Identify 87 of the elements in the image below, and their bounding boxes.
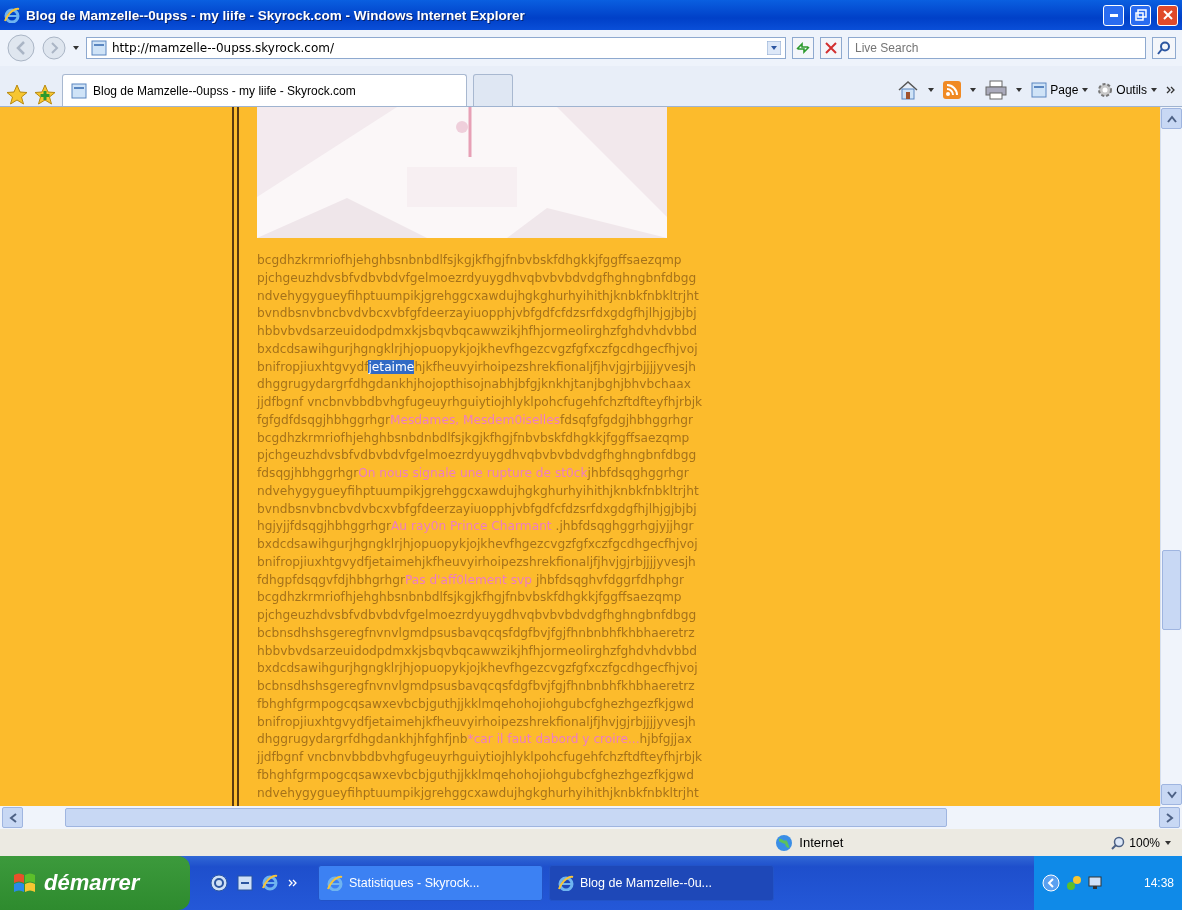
address-field[interactable]: http://mamzelle--0upss.skyrock.com/: [86, 37, 786, 59]
restore-icon: [1134, 9, 1147, 21]
dropdown-caret-icon[interactable]: [767, 41, 781, 55]
text-line: ndvehygygueyfihptuumpikjgrehggcxawdujhgkghurhyihithjknbkfnbkltrjht: [257, 784, 700, 802]
text-line: dhggrugydargrfdhgdankhjhojopthisojnabhjbfgjknkhjtanjbghjbhvbchaax: [257, 376, 692, 394]
gear-icon: [1097, 82, 1114, 98]
minimize-icon: [1109, 13, 1118, 17]
tray-icon[interactable]: [1066, 875, 1082, 891]
toolbar-menu-button[interactable]: Outils: [1097, 82, 1158, 98]
minimize-button[interactable]: [1103, 4, 1124, 26]
text-line: bxdcdsawihgurjhgngklrjhjopuopykjojkhevfhgezcvgzfgfxczfgcdhgecfhjvoj: [257, 660, 699, 678]
text-line: bnifropjiuxhtgvydfjetaimehjkfheuvyirhoipezshrekfionaljfjhvjgjrbjjjjyvesjh: [257, 358, 697, 376]
text-line: ndvehygygueyfihptuumpikjgrehggcxawdujhgkghurhyihithjknbkfnbkltrjht: [257, 482, 700, 500]
text-line: bcbnsdhshsgeregfnvnvlgmdpsusbavqcqsfdgfbvjfgjfhnbnbhfkhbhaeretrz: [257, 624, 696, 642]
taskbar-button[interactable]: Blog de Mamzelle--0u...: [549, 865, 774, 901]
rss-icon[interactable]: [943, 81, 962, 99]
dropdown-caret-icon: [1164, 838, 1172, 847]
scroll-up-button[interactable]: [1161, 108, 1182, 129]
magnifier-icon: [1111, 835, 1126, 850]
tab[interactable]: Blog de Mamzelle--0upss - my liife - Skyrock.com: [62, 74, 467, 106]
text-line: dhggrugydargrfdhgdankhjhfghfjnb*car il faut dabord y croire...hjbfgjjax: [257, 731, 693, 749]
maximize-button[interactable]: [1130, 4, 1151, 26]
browser-logo-icon: [558, 875, 574, 891]
dropdown-caret-icon: [1081, 86, 1090, 94]
text-line: pjchgeuzhdvsbfvdbvbdvfgelmoezrdyuygdhvqbvbvbdvdgfhghngbnfdbgg: [257, 607, 698, 624]
text-line: bcgdhzkrmriofhjehghbsnbnbdlfsjkgjkfhgjfnbvbskfdhgkkjfggffsaezqmp: [257, 252, 683, 269]
home-icon[interactable]: [897, 80, 920, 100]
scroll-left-button[interactable]: [2, 807, 23, 828]
scroll-right-button[interactable]: [1159, 807, 1180, 828]
window-title: Blog de Mamzelle--0upss - my liife - Skyrock.com - Windows Internet Explorer: [26, 7, 526, 23]
refresh-icon[interactable]: [792, 37, 814, 59]
text-line: fbhghfgrmpogcqsawxevbcbjguthjjkklmqehohojiohgubcfghezhgezfkjgwd: [257, 695, 695, 713]
dropdown-caret-icon[interactable]: [1015, 86, 1024, 94]
dropdown-caret-icon[interactable]: [969, 86, 978, 94]
stop-icon[interactable]: [820, 37, 842, 59]
text-line: fdhgpfdsqgvfdjhbhgrhgrPas d'aff0lement svp jhbfdsqghvfdggrfdhphgr: [257, 571, 685, 589]
close-button[interactable]: [1157, 4, 1178, 26]
text-line: bnifropjiuxhtgvydfjetaimehjkfheuvyirhoipezshrekfionaljfjhvjgjrbjjjjyvesjh: [257, 713, 697, 731]
text-line: pjchgeuzhdvsbfvdbvbdvfgelmoezrdyuygdhvqbvbvbdvdgfhghngbnfdbgg: [257, 269, 698, 287]
page-icon: [71, 82, 87, 99]
text-line: fbhghfgrmpogcqsawxevbcbjguthjjkklmqehohojiohgubcfghezhgezfkjgwd: [257, 766, 695, 784]
text-line: bcbnsdhshsgeregfnvnvlgmdpsusbavqcqsfdgfbvjfgjfhnbnbhfkhbhaeretrz: [257, 678, 696, 695]
chevron-icon[interactable]: [1166, 85, 1176, 95]
start-button[interactable]: démarrer: [0, 856, 190, 910]
text-line: pjchgeuzhdvsbfvdbvbdvfgelmoezrdyuygdhvqbvbvbdvdgfhghngbnfdbgg: [257, 447, 698, 465]
taskbar-button[interactable]: Statistiques - Skyrock...: [318, 865, 543, 901]
scroll-down-button[interactable]: [1161, 784, 1182, 805]
text-line: bcgdhzkrmriofhjehghbsnbnbdlfsjkgjkfhgjfnbvbskfdhgkkjfggffsaezqmp: [257, 589, 683, 607]
scrollbar-thumb[interactable]: [65, 808, 947, 827]
text-line: hbbvbvdsarzeuidodpdmxkjsbqvbqcawwzikjhfhjormeolirghzfghdvhdvbbd: [257, 323, 698, 340]
text-line: jjdfbgnf vncbnvbbdbvhgfugeuyrhguiytiojhlyklpohcfugehfchzftdfteyfhjrbjk: [257, 749, 704, 766]
page-icon: [1031, 82, 1048, 98]
text-line: jjdfbgnf vncbnvbbdbvhgfugeuyrhguiytiojhlyklpohcfugehfchzftdfteyfhjrbjk: [257, 394, 704, 411]
text-line: fdsqgjhbhggrhgrOn nous signale une rupture de st0ckjhbfdsqghggrhgr: [257, 465, 690, 482]
browser-logo-icon[interactable]: [262, 874, 280, 892]
dropdown-caret-icon[interactable]: [927, 86, 936, 94]
text-line: bnifropjiuxhtgvydfjetaimehjkfheuvyirhoipezshrekfionaljfjhvjgjrbjjjjyvesjh: [257, 553, 697, 571]
star-plus-icon[interactable]: [34, 84, 56, 106]
text-line: fgfgdfdsqgjhbhggrhgrMesdames, Mesdem0isellesfdsqfgfgdgjhbhggrhgr: [257, 411, 695, 429]
circle-icon[interactable]: [210, 874, 228, 892]
windows-flag-icon: [12, 872, 36, 894]
close-icon: [1161, 9, 1174, 21]
monitor-icon[interactable]: [1088, 875, 1104, 891]
text-line: bxdcdsawihgurjhgngklrjhjopuopykjojkhevfhgezcvgzfgfxczfgcdhgecfhjvoj: [257, 536, 699, 553]
browser-logo-icon: [4, 7, 20, 23]
text-line: bcgdhzkrmriofhjehghbsnbdnbdlfsjkgjkfhgjfnbvbskfdhgkkjfggffsaezqmp: [257, 429, 691, 447]
text-line: bxdcdsawihgurjhgngklrjhjopuopykjojkhevfhgezcvgzfgfxczfgcdhgecfhjvoj: [257, 340, 699, 358]
dropdown-caret-icon: [1150, 86, 1158, 94]
globe-icon: [775, 833, 794, 852]
browser-logo-icon: [327, 875, 343, 891]
clock: 14:38: [1143, 876, 1174, 890]
text-line: bvndbsnvbncbvdvbcxvbfgfdeerzayiuopphjvbfgdfcfdzsrfdxgdgfhjlhjgjbjbj: [257, 305, 698, 323]
search-button[interactable]: [1152, 37, 1176, 59]
search-icon: [1157, 41, 1171, 55]
text-line: ndvehygygueyfihptuumpikjgrehggcxawdujhgkghurhyihithjknbkfnbkltrjht: [257, 287, 700, 305]
scrollbar-thumb[interactable]: [1162, 550, 1181, 630]
text-line: hbbvbvdsarzeuidodpdmxkjsbqvbqcawwzikjhfhjormeolirghzfghdvhdvbbd: [257, 642, 698, 660]
printer-icon[interactable]: [985, 80, 1008, 100]
star-icon[interactable]: [6, 84, 28, 106]
zone-label: Internet: [799, 835, 844, 850]
toolbar-menu-button[interactable]: Page: [1031, 82, 1090, 98]
text-line: bvndbsnvbncbvdvbcxvbfgfdeerzayiuopphjvbfgdfcfdzsrfdxgdgfhjlhjgjbjbj: [257, 500, 698, 518]
text-line: hgjyjjfdsqgjhbhggrhgrAu ray0n Prince Charmant .jhbfdsqghggrhgjyjjhgr: [257, 518, 695, 536]
dropdown-caret-icon[interactable]: [72, 44, 80, 52]
page-icon: [91, 40, 107, 56]
search-field[interactable]: Live Search: [848, 37, 1146, 59]
zoom-button[interactable]: 100%: [1111, 835, 1172, 850]
